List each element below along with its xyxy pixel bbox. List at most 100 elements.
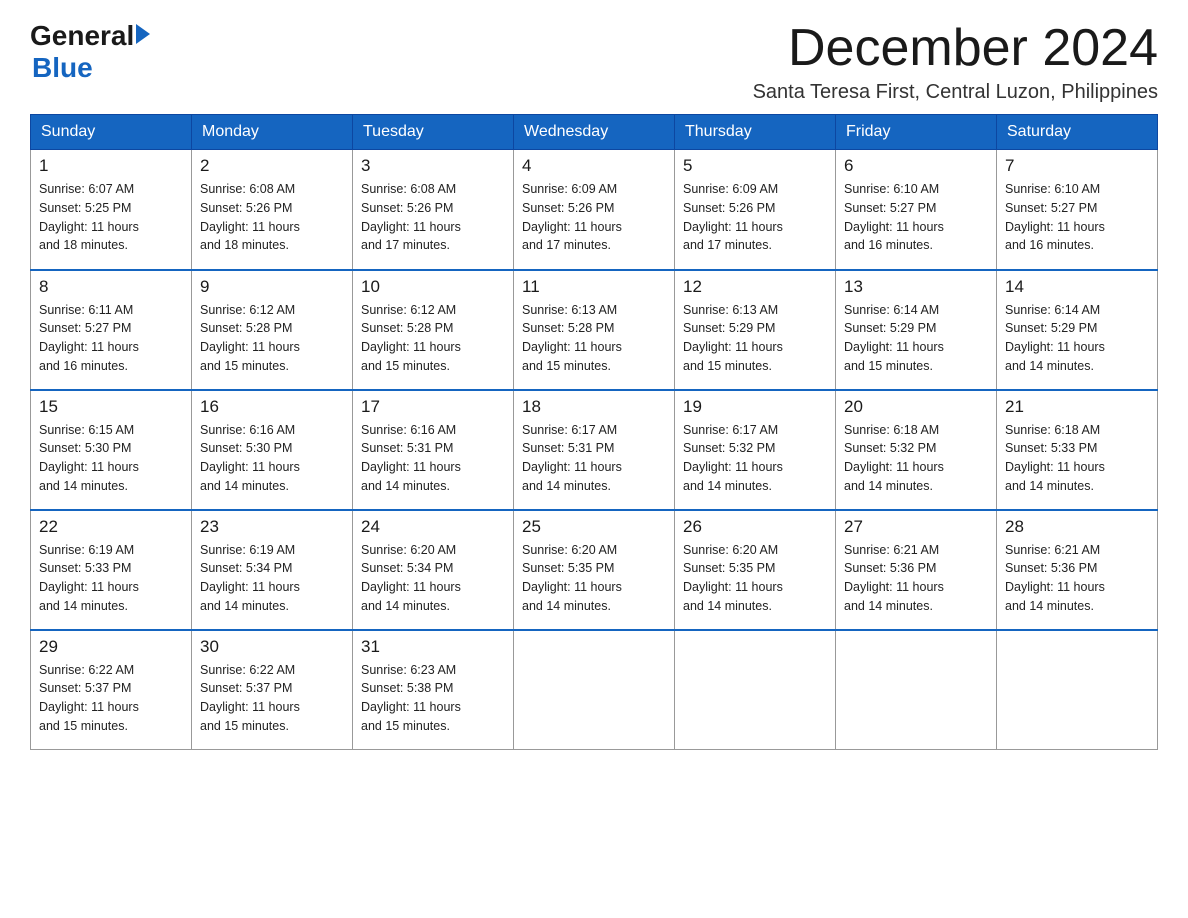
day-info: Sunrise: 6:12 AMSunset: 5:28 PMDaylight:… [200,301,344,376]
day-number: 23 [200,517,344,537]
calendar-cell: 31 Sunrise: 6:23 AMSunset: 5:38 PMDayligh… [353,630,514,750]
page-header: General Blue December 2024 Santa Teresa … [30,20,1158,104]
day-info: Sunrise: 6:19 AMSunset: 5:34 PMDaylight:… [200,541,344,616]
calendar-cell: 19Sunrise: 6:17 AMSunset: 5:32 PMDayligh… [675,390,836,510]
day-number: 16 [200,397,344,417]
logo-arrow-icon [136,24,150,44]
calendar-cell: 25Sunrise: 6:20 AMSunset: 5:35 PMDayligh… [514,510,675,630]
day-number: 21 [1005,397,1149,417]
calendar-cell: 21 Sunrise: 6:18 AMSunset: 5:33 PMDayligh… [997,390,1158,510]
day-info: Sunrise: 6:22 AMSunset: 5:37 PMDaylight:… [200,661,344,736]
calendar-cell: 8 Sunrise: 6:11 AMSunset: 5:27 PMDaylight… [31,270,192,390]
day-info: Sunrise: 6:13 AMSunset: 5:29 PMDaylight:… [683,301,827,376]
calendar-cell: 1 Sunrise: 6:07 AMSunset: 5:25 PMDaylight… [31,150,192,270]
day-number: 12 [683,277,827,297]
day-number: 31 [361,637,505,657]
logo: General Blue [30,20,150,84]
header-sunday: Sunday [31,115,192,150]
calendar-cell: 13Sunrise: 6:14 AMSunset: 5:29 PMDayligh… [836,270,997,390]
day-number: 1 [39,156,183,176]
calendar-week-row: 1 Sunrise: 6:07 AMSunset: 5:25 PMDaylight… [31,150,1158,270]
calendar-cell: 3 Sunrise: 6:08 AMSunset: 5:26 PMDaylight… [353,150,514,270]
calendar-cell: 18 Sunrise: 6:17 AMSunset: 5:31 PMDayligh… [514,390,675,510]
calendar-cell [836,630,997,750]
day-info: Sunrise: 6:23 AMSunset: 5:38 PMDaylight:… [361,661,505,736]
day-number: 24 [361,517,505,537]
day-number: 28 [1005,517,1149,537]
header-tuesday: Tuesday [353,115,514,150]
day-number: 27 [844,517,988,537]
day-number: 3 [361,156,505,176]
day-number: 18 [522,397,666,417]
day-info: Sunrise: 6:07 AMSunset: 5:25 PMDaylight:… [39,180,183,255]
calendar-cell: 17 Sunrise: 6:16 AMSunset: 5:31 PMDayligh… [353,390,514,510]
calendar-cell: 10Sunrise: 6:12 AMSunset: 5:28 PMDayligh… [353,270,514,390]
day-number: 22 [39,517,183,537]
calendar-cell: 30 Sunrise: 6:22 AMSunset: 5:37 PMDayligh… [192,630,353,750]
day-number: 30 [200,637,344,657]
day-number: 9 [200,277,344,297]
day-number: 11 [522,277,666,297]
day-info: Sunrise: 6:20 AMSunset: 5:35 PMDaylight:… [683,541,827,616]
day-info: Sunrise: 6:17 AMSunset: 5:31 PMDaylight:… [522,421,666,496]
day-number: 17 [361,397,505,417]
day-info: Sunrise: 6:11 AMSunset: 5:27 PMDaylight:… [39,301,183,376]
calendar-week-row: 15Sunrise: 6:15 AMSunset: 5:30 PMDayligh… [31,390,1158,510]
header-friday: Friday [836,115,997,150]
day-info: Sunrise: 6:19 AMSunset: 5:33 PMDaylight:… [39,541,183,616]
calendar-cell: 23 Sunrise: 6:19 AMSunset: 5:34 PMDayligh… [192,510,353,630]
day-info: Sunrise: 6:13 AMSunset: 5:28 PMDaylight:… [522,301,666,376]
day-info: Sunrise: 6:09 AMSunset: 5:26 PMDaylight:… [683,180,827,255]
day-info: Sunrise: 6:10 AMSunset: 5:27 PMDaylight:… [844,180,988,255]
day-number: 29 [39,637,183,657]
calendar-cell: 22 Sunrise: 6:19 AMSunset: 5:33 PMDayligh… [31,510,192,630]
calendar-cell: 11 Sunrise: 6:13 AMSunset: 5:28 PMDayligh… [514,270,675,390]
day-number: 20 [844,397,988,417]
calendar-cell: 26 Sunrise: 6:20 AMSunset: 5:35 PMDayligh… [675,510,836,630]
calendar-cell: 12 Sunrise: 6:13 AMSunset: 5:29 PMDayligh… [675,270,836,390]
day-info: Sunrise: 6:18 AMSunset: 5:32 PMDaylight:… [844,421,988,496]
day-info: Sunrise: 6:12 AMSunset: 5:28 PMDaylight:… [361,301,505,376]
day-number: 19 [683,397,827,417]
month-title: December 2024 [753,20,1158,77]
day-number: 8 [39,277,183,297]
calendar-cell: 9 Sunrise: 6:12 AMSunset: 5:28 PMDaylight… [192,270,353,390]
day-info: Sunrise: 6:20 AMSunset: 5:34 PMDaylight:… [361,541,505,616]
day-number: 5 [683,156,827,176]
calendar-cell: 28Sunrise: 6:21 AMSunset: 5:36 PMDayligh… [997,510,1158,630]
calendar-cell: 27Sunrise: 6:21 AMSunset: 5:36 PMDayligh… [836,510,997,630]
day-info: Sunrise: 6:20 AMSunset: 5:35 PMDaylight:… [522,541,666,616]
calendar-cell: 20 Sunrise: 6:18 AMSunset: 5:32 PMDayligh… [836,390,997,510]
calendar-cell: 29Sunrise: 6:22 AMSunset: 5:37 PMDayligh… [31,630,192,750]
calendar-cell [675,630,836,750]
calendar-cell: 14Sunrise: 6:14 AMSunset: 5:29 PMDayligh… [997,270,1158,390]
day-info: Sunrise: 6:16 AMSunset: 5:31 PMDaylight:… [361,421,505,496]
title-area: December 2024 Santa Teresa First, Centra… [753,20,1158,104]
calendar-cell: 15Sunrise: 6:15 AMSunset: 5:30 PMDayligh… [31,390,192,510]
header-wednesday: Wednesday [514,115,675,150]
header-monday: Monday [192,115,353,150]
day-number: 4 [522,156,666,176]
header-thursday: Thursday [675,115,836,150]
day-number: 15 [39,397,183,417]
header-saturday: Saturday [997,115,1158,150]
day-number: 26 [683,517,827,537]
calendar-cell: 2Sunrise: 6:08 AMSunset: 5:26 PMDaylight… [192,150,353,270]
calendar-cell [997,630,1158,750]
logo-general: General [30,20,134,52]
logo-blue: Blue [32,52,93,84]
day-info: Sunrise: 6:10 AMSunset: 5:27 PMDaylight:… [1005,180,1149,255]
calendar-cell: 24 Sunrise: 6:20 AMSunset: 5:34 PMDayligh… [353,510,514,630]
calendar-cell: 4 Sunrise: 6:09 AMSunset: 5:26 PMDaylight… [514,150,675,270]
day-number: 6 [844,156,988,176]
day-info: Sunrise: 6:08 AMSunset: 5:26 PMDaylight:… [361,180,505,255]
calendar-week-row: 8 Sunrise: 6:11 AMSunset: 5:27 PMDaylight… [31,270,1158,390]
calendar-cell: 16 Sunrise: 6:16 AMSunset: 5:30 PMDayligh… [192,390,353,510]
location-title: Santa Teresa First, Central Luzon, Phili… [753,81,1158,104]
day-info: Sunrise: 6:18 AMSunset: 5:33 PMDaylight:… [1005,421,1149,496]
logo-line1: General [30,20,150,52]
day-info: Sunrise: 6:14 AMSunset: 5:29 PMDaylight:… [1005,301,1149,376]
calendar-week-row: 29 Sunrise: 6:22 AMSunset: 5:37 PMDayligh… [31,630,1158,750]
day-info: Sunrise: 6:16 AMSunset: 5:30 PMDaylight:… [200,421,344,496]
day-info: Sunrise: 6:09 AMSunset: 5:26 PMDaylight:… [522,180,666,255]
